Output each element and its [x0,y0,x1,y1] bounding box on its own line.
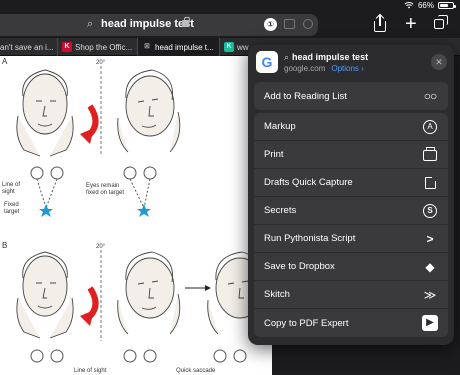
share-group-actions: Markup A Print Drafts Quick Capture Secr… [254,113,448,337]
action-print[interactable]: Print [254,141,448,169]
action-label: Add to Reading List [264,90,347,102]
action-drafts-quick-capture[interactable]: Drafts Quick Capture [254,169,448,197]
tab-4-favicon-icon: K [224,42,234,52]
tab-1-label: an't save an i... [0,42,54,52]
drafts-icon [422,175,438,191]
tab-2[interactable]: K Shop the Offic... [58,38,138,56]
action-copy-to-pdf-expert[interactable]: Copy to PDF Expert ▶ [254,309,448,337]
password-manager-icon[interactable]: ① [264,18,277,31]
address-bar[interactable]: ⌕ head impulse test ① [0,14,318,36]
fixed-target-star-a2 [137,204,151,217]
action-label: Drafts Quick Capture [264,177,353,188]
action-skitch[interactable]: Skitch ≫ [254,281,448,309]
head-illustration-b2 [117,251,181,335]
fixed-target-star-a1 [39,204,53,217]
head-impulse-diagram: A 20° Line of sight Fixed target Eyes re… [2,57,265,374]
action-markup[interactable]: Markup A [254,113,448,141]
status-bar: 66% [0,0,460,12]
fixed-target-label: Fixed target [4,202,20,215]
angle-label-b: 20° [96,244,106,250]
quick-saccade-label: Quick saccade [176,368,216,374]
angle-label-a: 20° [96,60,106,66]
head-illustration-a2 [117,69,181,153]
head-illustration-a1 [16,69,74,157]
share-group-reading-list: Add to Reading List ○○ [254,82,448,110]
tab-3-label: head impulse t... [155,42,214,52]
close-icon[interactable]: ✕ [431,54,447,70]
lock-icon [182,17,190,27]
action-save-to-dropbox[interactable]: Save to Dropbox ◆ [254,253,448,281]
share-sheet: G ⌕ head impulse test google.com Options ›… [248,45,454,345]
tab-2-label: Shop the Offic... [75,42,133,52]
action-label: Run Pythonista Script [264,233,356,244]
panel-b-label: B [2,241,7,250]
action-label: Markup [264,121,296,132]
action-secrets[interactable]: Secrets S [254,197,448,225]
reader-icon[interactable] [284,19,295,29]
action-add-to-reading-list[interactable]: Add to Reading List ○○ [254,82,448,110]
action-label: Skitch [264,289,290,300]
panel-a-label: A [2,57,8,66]
eyes-remain-label: Eyes remain fixed on target [86,183,124,196]
print-icon [422,146,438,163]
pdf-expert-icon: ▶ [422,315,438,331]
tab-3[interactable]: ⊠ head impulse t... [138,38,220,56]
secrets-icon: S [422,203,438,219]
share-button[interactable] [367,12,393,36]
pythonista-icon: > [426,232,434,246]
share-sheet-header: G ⌕ head impulse test google.com Options ›… [248,45,454,79]
markup-icon: A [422,119,438,135]
action-label: Secrets [264,205,297,216]
options-link[interactable]: Options › [331,64,363,73]
head-illustration-b1 [16,251,74,339]
battery-percent: 66% [417,1,434,10]
action-label: Save to Dropbox [264,261,335,272]
glasses-icon: ○○ [423,89,438,103]
wifi-icon [404,2,414,9]
line-of-sight-label-b: Line of sight [74,368,107,374]
tab-4-label: ww [237,42,249,52]
share-sheet-domain: google.com [284,64,326,73]
line-of-sight-label-a: Line of sight [2,182,20,195]
address-query: head impulse test [101,18,194,30]
action-label: Copy to PDF Expert [264,317,349,329]
browser-toolbar: ⌕ head impulse test ① + [0,12,460,38]
new-tab-button[interactable]: + [405,14,417,34]
status-right: 66% [404,1,456,10]
kohls-favicon-icon: K [62,42,72,52]
dropbox-icon: ◆ [425,260,435,274]
tabs-overview-button[interactable] [434,15,448,29]
action-run-pythonista-script[interactable]: Run Pythonista Script > [254,225,448,253]
action-label: Print [264,149,284,160]
close-tab-icon[interactable]: ⊠ [142,42,152,52]
reload-icon[interactable] [303,19,313,29]
battery-icon [438,2,456,9]
share-sheet-subtitle: google.com Options › [284,64,364,73]
skitch-icon: ≫ [423,288,437,302]
web-page-content: A 20° Line of sight Fixed target Eyes re… [0,56,272,375]
search-icon: ⌕ [284,52,290,62]
tab-1[interactable]: an't save an i... [0,38,58,56]
google-logo-icon: G [256,51,278,73]
share-sheet-title: ⌕ head impulse test [284,52,369,62]
search-icon: ⌕ [87,18,94,30]
